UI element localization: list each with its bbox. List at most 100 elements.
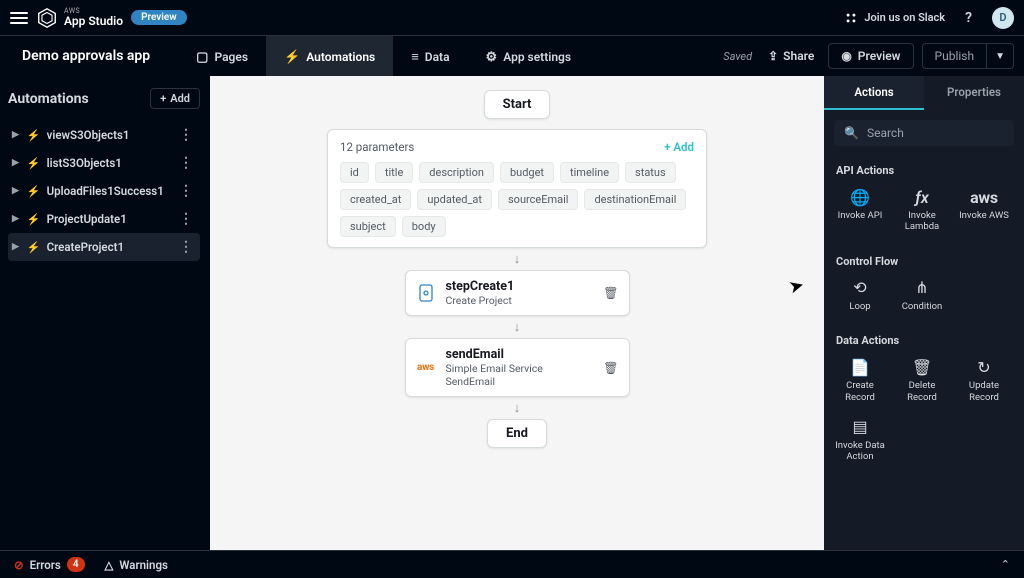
param-chip[interactable]: status — [625, 162, 676, 183]
step-sendemail-node[interactable]: aws sendEmail Simple Email Service SendE… — [405, 338, 630, 397]
param-chip[interactable]: updated_at — [417, 189, 492, 210]
aws-icon: aws — [970, 187, 998, 207]
chevron-right-icon: ▶ — [12, 158, 19, 168]
section-api-actions: API Actions — [824, 156, 1024, 181]
globe-icon: 🌐 — [850, 187, 870, 207]
sidebar-item-viewS3Objects1[interactable]: ▶⚡viewS3Objects1⋮ — [8, 121, 200, 149]
param-chip[interactable]: subject — [340, 216, 396, 237]
error-count-badge: 4 — [67, 557, 85, 572]
sidebar-item-ProjectUpdate1[interactable]: ▶⚡ProjectUpdate1⋮ — [8, 205, 200, 233]
warnings-tab[interactable]: △ Warnings — [105, 558, 168, 572]
sidebar-item-label: UploadFiles1Success1 — [47, 184, 176, 198]
footer-bar: ⊘ Errors 4 △ Warnings ⌃ — [0, 550, 1024, 578]
menu-icon[interactable] — [10, 12, 28, 24]
sidebar-item-listS3Objects1[interactable]: ▶ ⚡ listS3Objects1⋮ — [8, 149, 200, 177]
slack-link[interactable]: Join us on Slack — [844, 11, 945, 25]
action-update-record[interactable]: ↻ Update Record — [954, 351, 1014, 409]
nav-tabs: ▢ Pages ⚡ Automations ≡ Data ⚙ App setti… — [178, 36, 589, 76]
invoke-data-icon: ▤ — [852, 417, 867, 437]
kebab-icon[interactable]: ⋮ — [176, 211, 196, 227]
kebab-icon[interactable]: ⋮ — [176, 155, 196, 171]
action-create-record[interactable]: 📄 Create Record — [830, 351, 890, 409]
bolt-icon: ⚡ — [27, 129, 41, 142]
app-title: Demo approvals app — [22, 48, 150, 64]
share-icon: ⇪ — [768, 49, 778, 63]
kebab-icon[interactable]: ⋮ — [176, 127, 196, 143]
errors-tab[interactable]: ⊘ Errors 4 — [14, 557, 85, 572]
product-logo[interactable]: AWS App Studio — [36, 7, 123, 29]
avatar[interactable]: D — [992, 7, 1014, 29]
action-invoke-aws[interactable]: aws Invoke AWS — [954, 181, 1014, 239]
param-chip[interactable]: destinationEmail — [584, 189, 686, 210]
update-record-icon: ↻ — [977, 357, 990, 377]
action-invoke-data[interactable]: ▤ Invoke Data Action — [830, 411, 890, 469]
sidebar-item-label: ProjectUpdate1 — [47, 212, 176, 226]
param-chip[interactable]: created_at — [340, 189, 411, 210]
sub-header: Demo approvals app ▢ Pages ⚡ Automations… — [0, 36, 1024, 76]
action-invoke-lambda[interactable]: ƒx Invoke Lambda — [892, 181, 952, 239]
bolt-icon: ⚡ — [27, 241, 41, 254]
arrow-down-icon: ↓ — [514, 251, 521, 267]
branch-icon: ⋔ — [915, 278, 928, 298]
search-input[interactable]: 🔍 Search — [834, 120, 1014, 146]
action-loop[interactable]: ⟲ Loop — [830, 272, 890, 318]
start-node[interactable]: Start — [484, 90, 551, 119]
publish-button[interactable]: Publish — [922, 43, 988, 69]
param-chip[interactable]: title — [375, 162, 413, 183]
tab-pages[interactable]: ▢ Pages — [178, 36, 266, 76]
add-automation-button[interactable]: + Add — [150, 88, 200, 109]
trash-icon[interactable]: 🗑 — [603, 286, 618, 300]
automation-canvas: Start 12 parameters + Add idtitledescrip… — [210, 76, 824, 550]
hexagon-icon — [36, 7, 58, 29]
function-icon: ƒx — [915, 187, 928, 207]
add-parameter-button[interactable]: + Add — [664, 140, 694, 154]
param-chip[interactable]: timeline — [560, 162, 619, 183]
action-condition[interactable]: ⋔ Condition — [892, 272, 952, 318]
param-chip[interactable]: budget — [500, 162, 554, 183]
kebab-icon[interactable]: ⋮ — [176, 239, 196, 255]
loop-icon: ⟲ — [853, 278, 866, 298]
right-panel: Actions Properties 🔍 Search API Actions … — [824, 76, 1024, 550]
action-invoke-api[interactable]: 🌐 Invoke API — [830, 181, 890, 239]
left-sidebar: Automations + Add ▶⚡viewS3Objects1⋮▶⚡lis… — [0, 76, 210, 550]
preview-button[interactable]: ◉ Preview — [828, 43, 913, 69]
tab-actions[interactable]: Actions — [824, 76, 924, 110]
chevron-right-icon: ▶ — [12, 242, 19, 252]
param-chip[interactable]: sourceEmail — [498, 189, 578, 210]
tab-data[interactable]: ≡ Data — [393, 36, 467, 76]
bolt-icon: ⚡ — [284, 50, 300, 65]
param-chip[interactable]: body — [402, 216, 446, 237]
sidebar-item-label: listS3Objects1 — [47, 156, 176, 170]
step-create-node[interactable]: stepCreate1 Create Project 🗑 — [405, 270, 630, 316]
saved-status: Saved — [723, 50, 752, 63]
share-button[interactable]: ⇪ Share — [768, 49, 814, 63]
tab-automations[interactable]: ⚡ Automations — [266, 36, 393, 76]
step-subtitle: Simple Email Service SendEmail — [446, 362, 594, 388]
chevron-right-icon: ▶ — [12, 130, 19, 140]
section-data-actions: Data Actions — [824, 326, 1024, 351]
bolt-icon: ⚡ — [27, 157, 41, 170]
step-subtitle: Create Project — [446, 294, 594, 307]
aws-icon: aws — [416, 358, 436, 378]
sidebar-item-UploadFiles1Success1[interactable]: ▶⚡UploadFiles1Success1⋮ — [8, 177, 200, 205]
bolt-icon: ⚡ — [27, 213, 41, 226]
eye-icon: ◉ — [841, 49, 851, 63]
help-icon[interactable]: ? — [965, 10, 972, 26]
plus-icon: + — [160, 92, 166, 105]
parameters-node[interactable]: 12 parameters + Add idtitledescriptionbu… — [327, 129, 707, 248]
step-title: stepCreate1 — [446, 279, 594, 294]
publish-dropdown[interactable]: ▼ — [987, 43, 1014, 69]
delete-record-icon: 🗑 — [912, 357, 932, 377]
sidebar-item-CreateProject1[interactable]: ▶⚡CreateProject1⋮ — [8, 233, 200, 261]
trash-icon[interactable]: 🗑 — [603, 361, 618, 375]
app-header: AWS App Studio Preview Join us on Slack … — [0, 0, 1024, 36]
param-chip[interactable]: description — [419, 162, 494, 183]
end-node[interactable]: End — [487, 419, 547, 448]
tab-properties[interactable]: Properties — [924, 76, 1024, 110]
chevron-up-icon[interactable]: ⌃ — [1001, 558, 1010, 571]
kebab-icon[interactable]: ⋮ — [176, 183, 196, 199]
arrow-down-icon: ↓ — [514, 400, 521, 416]
tab-app-settings[interactable]: ⚙ App settings — [468, 36, 590, 76]
param-chip[interactable]: id — [340, 162, 369, 183]
action-delete-record[interactable]: 🗑 Delete Record — [892, 351, 952, 409]
